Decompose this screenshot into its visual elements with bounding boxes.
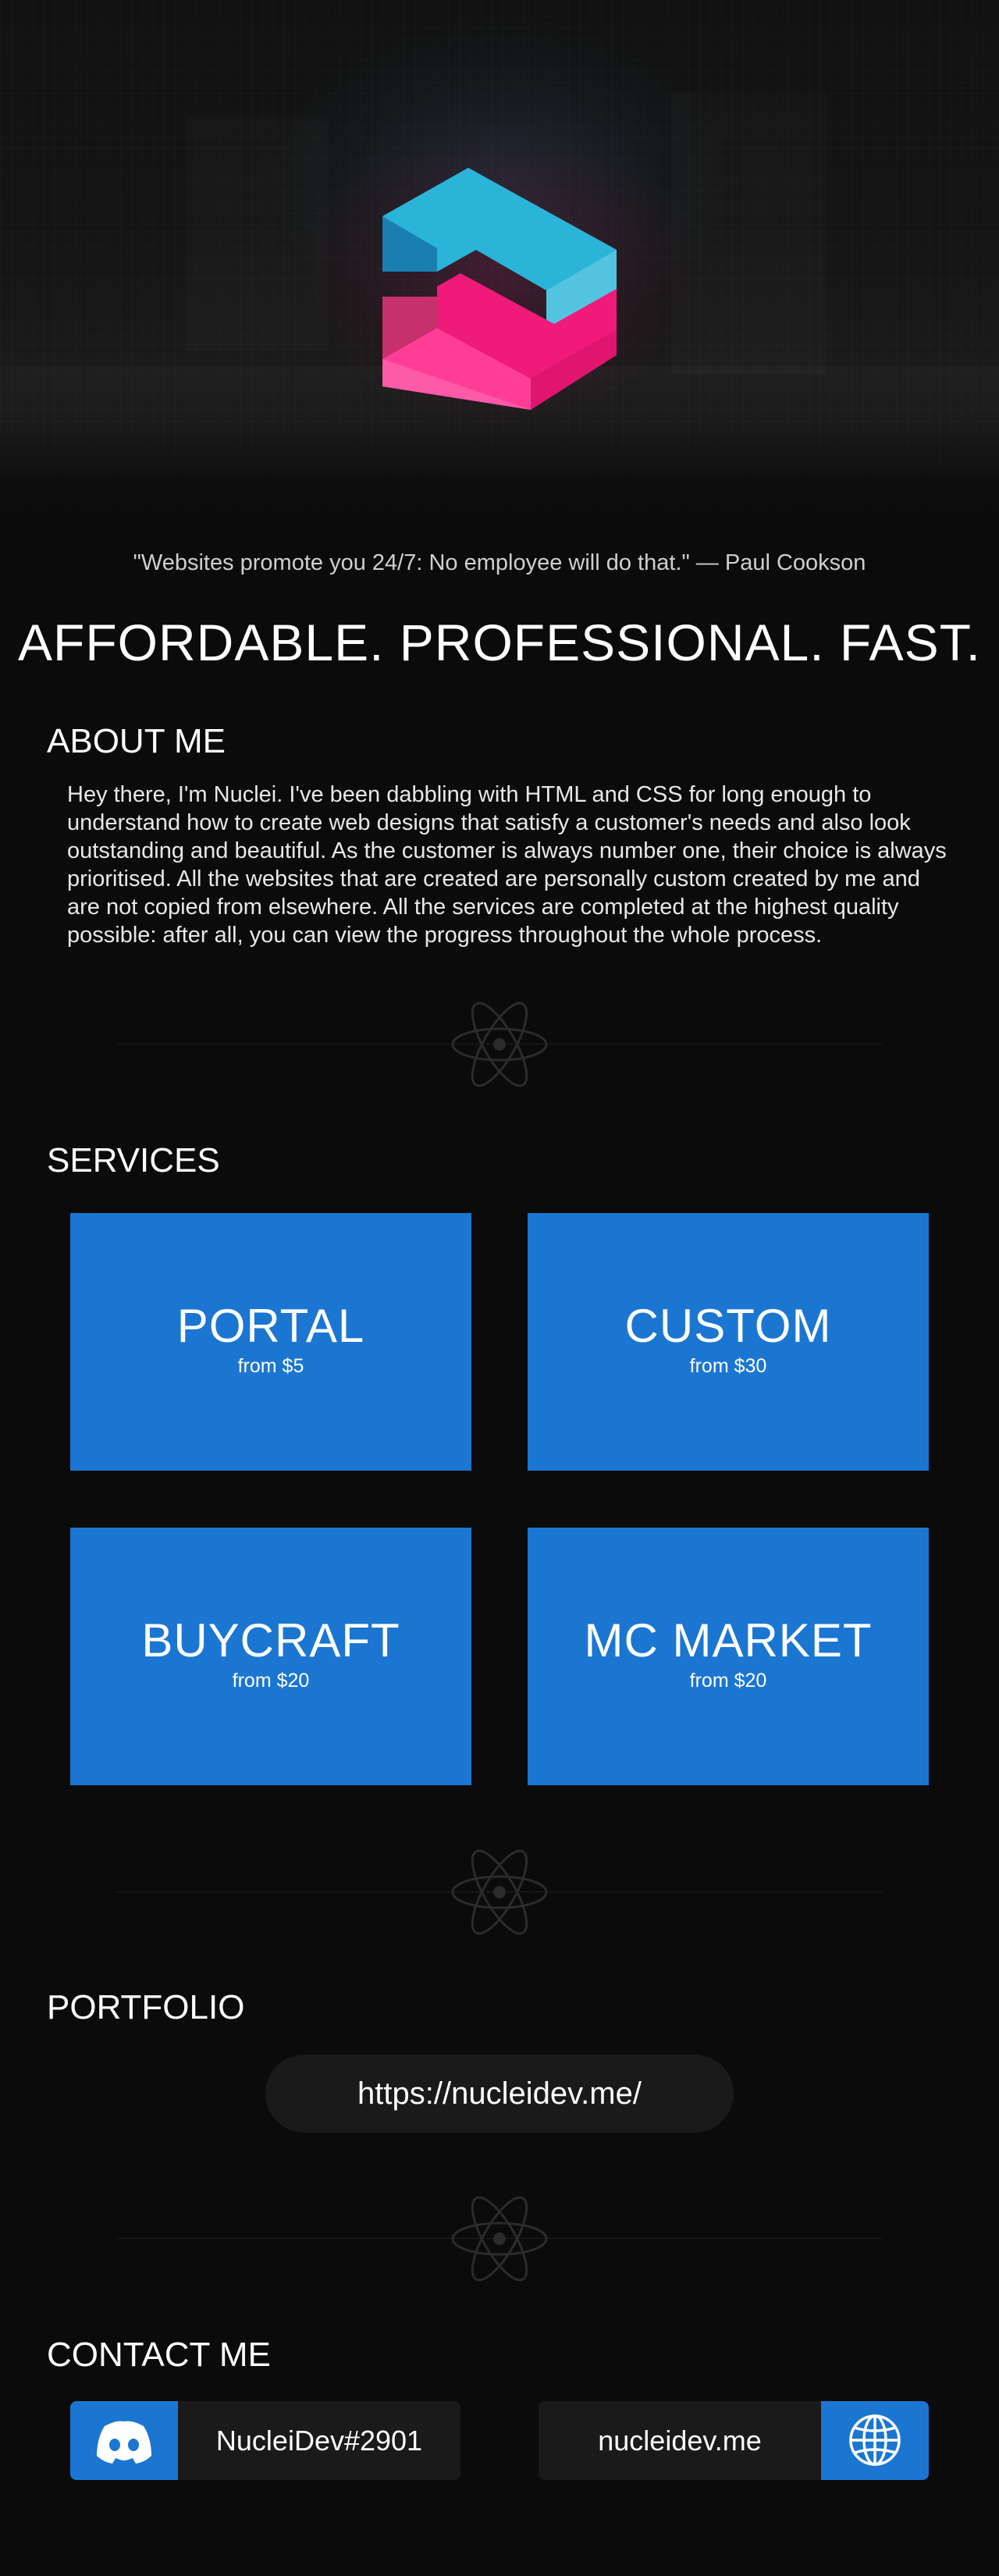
services-title: SERVICES — [47, 1141, 220, 1179]
website-contact[interactable]: nucleidev.me — [539, 2401, 929, 2480]
service-card-mc-market[interactable]: MC MARKET from $20 — [528, 1528, 929, 1785]
service-name: PORTAL — [176, 1300, 365, 1352]
service-name: BUYCRAFT — [141, 1614, 400, 1667]
about-title: ABOUT ME — [47, 722, 226, 760]
hero-quote: "Websites promote you 24/7: No employee … — [133, 550, 866, 575]
tagline: AFFORDABLE. PROFESSIONAL. FAST. — [18, 614, 981, 671]
service-price: from $20 — [232, 1670, 310, 1692]
atom-icon — [451, 2196, 548, 2282]
service-name: MC MARKET — [584, 1614, 873, 1667]
service-price: from $30 — [689, 1355, 767, 1377]
contact-title: CONTACT ME — [47, 2336, 271, 2374]
discord-icon — [97, 2421, 151, 2464]
hero-banner — [0, 0, 999, 531]
service-price: from $20 — [689, 1670, 767, 1692]
section-divider — [117, 2192, 882, 2286]
nuclei-logo-icon — [382, 168, 617, 410]
section-divider — [117, 998, 882, 1091]
discord-username: NucleiDev#2901 — [215, 2425, 423, 2457]
section-divider — [117, 1845, 882, 1939]
service-card-buycraft[interactable]: BUYCRAFT from $20 — [70, 1528, 471, 1785]
globe-icon-block — [821, 2401, 929, 2480]
portfolio-link[interactable]: https://nucleidev.me/ — [265, 2055, 734, 2133]
service-name: CUSTOM — [624, 1300, 832, 1352]
discord-icon-block — [70, 2401, 178, 2480]
portfolio-title: PORTFOLIO — [47, 1988, 245, 2026]
discord-contact[interactable]: NucleiDev#2901 — [70, 2401, 460, 2480]
globe-icon — [849, 2414, 901, 2466]
service-price: from $5 — [237, 1355, 304, 1377]
about-text: Hey there, I'm Nuclei. I've been dabblin… — [67, 782, 947, 948]
service-card-portal[interactable]: PORTAL from $5 — [70, 1213, 471, 1471]
atom-icon — [451, 1849, 548, 1935]
atom-icon — [451, 1002, 548, 1087]
service-card-custom[interactable]: CUSTOM from $30 — [528, 1213, 929, 1471]
website-label: nucleidev.me — [598, 2425, 762, 2457]
